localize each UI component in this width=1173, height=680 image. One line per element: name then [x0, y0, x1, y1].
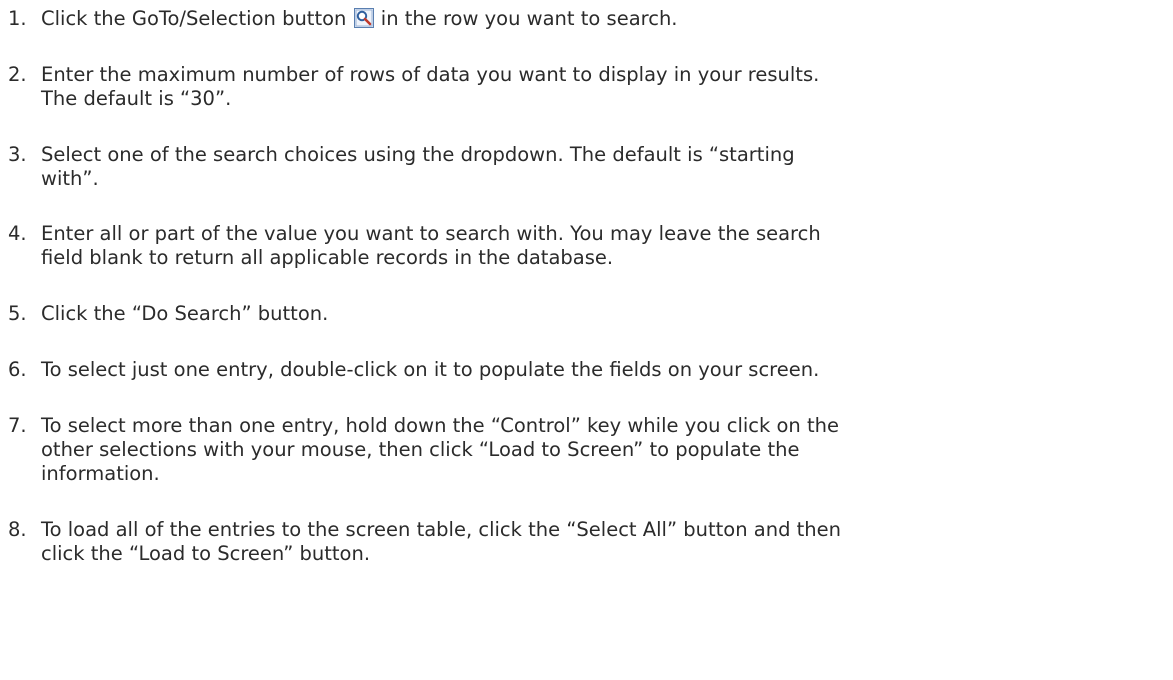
step-text-line: Select one of the search choices using t…	[41, 143, 795, 166]
step-text-after-icon: in the row you want to search.	[374, 7, 678, 30]
step-text-line: information.	[41, 462, 160, 485]
step-number: 5.	[8, 302, 27, 325]
step-number: 6.	[8, 358, 27, 381]
step-text-line: To load all of the entries to the screen…	[41, 518, 842, 541]
step-text-line: Click the “Do Search” button.	[41, 302, 329, 325]
step-number: 7.	[8, 414, 27, 437]
step-number: 1.	[8, 7, 27, 30]
step-text-before-icon: Click the GoTo/Selection button	[41, 7, 353, 30]
step-text-line: To select more than one entry, hold down…	[41, 414, 839, 437]
step-text: Click the GoTo/Selection button in the r…	[41, 7, 678, 31]
step-text-line: field blank to return all applicable rec…	[41, 246, 614, 269]
step-number: 2.	[8, 63, 27, 86]
step-text-line: Enter all or part of the value you want …	[41, 222, 821, 245]
goto-selection-magnifier-icon	[353, 8, 374, 28]
step-text-line: other selections with your mouse, then c…	[41, 438, 800, 461]
step-text-line: with”.	[41, 167, 99, 190]
step-number: 4.	[8, 222, 27, 245]
step-text-line: To select just one entry, double-click o…	[41, 358, 820, 381]
step-number: 8.	[8, 518, 27, 541]
step-text-line: Enter the maximum number of rows of data…	[41, 63, 820, 86]
step-number: 3.	[8, 143, 27, 166]
step-text-line: click the “Load to Screen” button.	[41, 542, 371, 565]
step-text-line: The default is “30”.	[41, 87, 232, 110]
instruction-document: 1. Click the GoTo/Selection button in th…	[0, 0, 1173, 680]
